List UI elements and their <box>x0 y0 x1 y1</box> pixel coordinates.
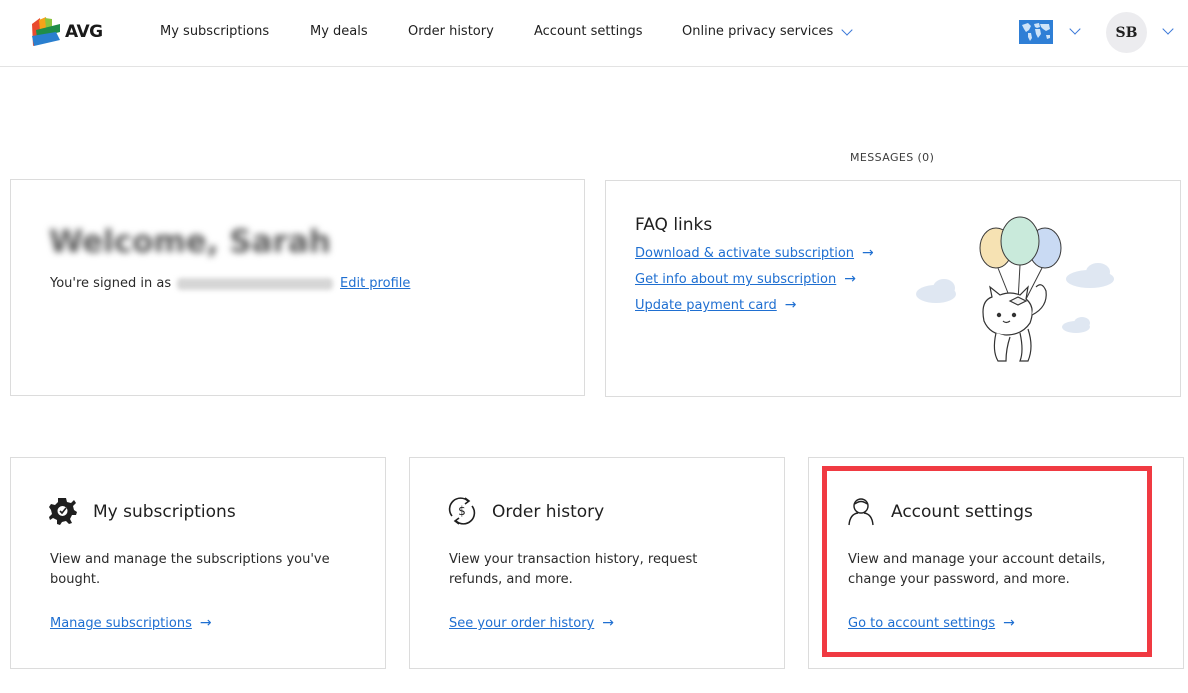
arrow-right-icon: → <box>199 615 212 631</box>
gear-check-icon <box>49 498 77 525</box>
faq-card: FAQ links Download & activate subscripti… <box>605 180 1181 397</box>
my-subscriptions-card: My subscriptions View and manage the sub… <box>10 457 386 669</box>
faq-link-label[interactable]: Get info about my subscription <box>635 272 836 287</box>
faq-link-payment-card[interactable]: Update payment card → <box>635 297 796 313</box>
chevron-down-icon[interactable] <box>1162 23 1174 35</box>
arrow-right-icon: → <box>784 297 797 313</box>
arrow-right-icon: → <box>1003 615 1015 631</box>
card-link-label[interactable]: Go to account settings <box>848 616 995 631</box>
dollar-refresh-icon: $ <box>448 497 476 525</box>
faq-link-label[interactable]: Update payment card <box>635 298 777 313</box>
signed-in-label: You're signed in as <box>50 276 172 291</box>
card-description: View and manage your account details, ch… <box>848 552 1106 587</box>
account-settings-link[interactable]: Go to account settings → <box>848 615 1015 631</box>
chevron-down-icon[interactable] <box>1069 23 1081 35</box>
account-settings-card: Account settings View and manage your ac… <box>808 457 1184 669</box>
avg-logo-icon <box>32 17 60 46</box>
faq-link-label[interactable]: Download & activate subscription <box>635 246 854 261</box>
card-title: Order history <box>492 502 605 522</box>
top-navigation-bar: AVG My subscriptions My deals Order hist… <box>0 0 1188 67</box>
user-icon <box>848 498 874 526</box>
nav-online-privacy-services[interactable]: Online privacy services <box>682 24 833 39</box>
card-link-label[interactable]: Manage subscriptions <box>50 616 192 631</box>
card-description: View and manage the subscriptions you've… <box>50 552 330 587</box>
card-title: My subscriptions <box>93 502 236 522</box>
card-description: View your transaction history, request r… <box>449 552 698 587</box>
faq-title: FAQ links <box>635 215 713 235</box>
nav-my-deals[interactable]: My deals <box>310 24 368 39</box>
card-link-label[interactable]: See your order history <box>449 616 594 631</box>
order-history-card: $ Order history View your transaction hi… <box>409 457 785 669</box>
nav-account-settings[interactable]: Account settings <box>534 24 642 39</box>
svg-text:$: $ <box>458 504 466 518</box>
welcome-title: Welcome, Sarah <box>49 224 331 260</box>
cat-balloons-illustration <box>916 216 1114 362</box>
nav-order-history[interactable]: Order history <box>408 24 494 39</box>
world-map-icon[interactable] <box>1019 20 1053 44</box>
messages-link[interactable]: MESSAGES (0) <box>850 151 934 164</box>
nav-my-subscriptions[interactable]: My subscriptions <box>160 24 269 39</box>
manage-subscriptions-link[interactable]: Manage subscriptions → <box>50 615 212 631</box>
faq-link-download[interactable]: Download & activate subscription → <box>635 245 874 261</box>
logo-text: AVG <box>65 22 103 42</box>
arrow-right-icon: → <box>862 245 874 261</box>
edit-profile-link[interactable]: Edit profile <box>340 276 410 291</box>
email-redacted <box>177 278 333 290</box>
avatar[interactable]: SB <box>1106 12 1147 53</box>
arrow-right-icon: → <box>602 615 614 631</box>
welcome-card: Welcome, Sarah You're signed in as Edit … <box>10 179 585 396</box>
arrow-right-icon: → <box>844 271 856 287</box>
chevron-down-icon[interactable] <box>841 24 853 36</box>
avg-logo[interactable]: AVG <box>30 16 110 48</box>
faq-link-subscription-info[interactable]: Get info about my subscription → <box>635 271 856 287</box>
card-title: Account settings <box>891 502 1033 522</box>
order-history-link[interactable]: See your order history → <box>449 615 614 631</box>
